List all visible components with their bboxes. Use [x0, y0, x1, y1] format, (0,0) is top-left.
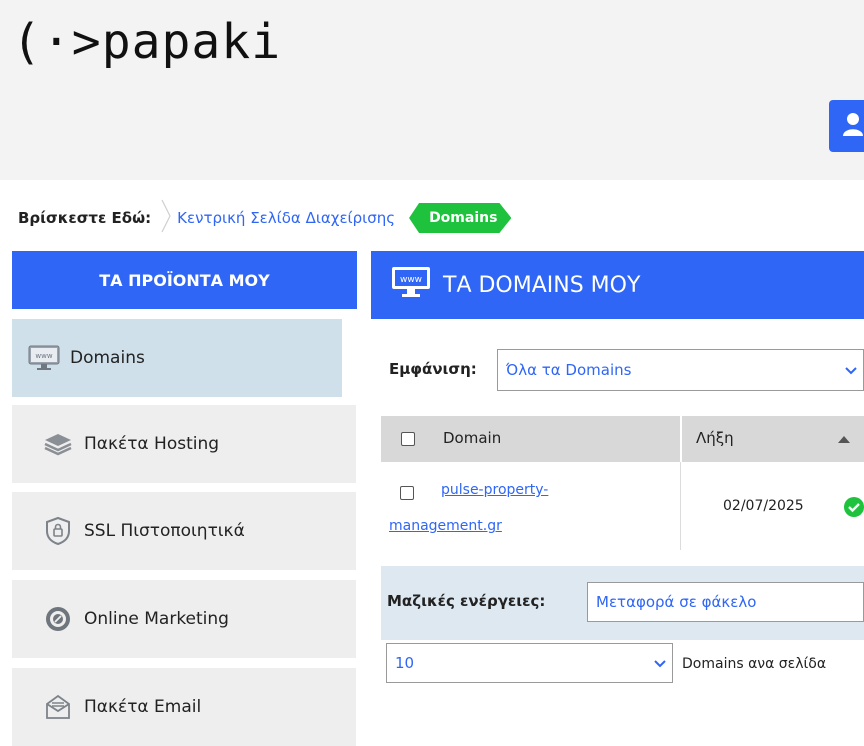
domains-panel-header: www ΤΑ DOMAINS ΜΟΥ [371, 251, 864, 319]
check-circle-icon [844, 497, 864, 522]
site-header: (·>papaki [0, 0, 864, 180]
user-account-button[interactable] [829, 100, 864, 152]
column-header-expiry[interactable]: Λήξη [696, 429, 734, 447]
domain-filter-value: Όλα τα Domains [506, 361, 632, 379]
layers-icon [42, 428, 74, 460]
sidebar-item-ssl[interactable]: SSL Πιστοποιητικά [12, 492, 356, 570]
domain-link-continued[interactable]: management.gr [389, 518, 502, 534]
breadcrumb-separator-icon [161, 199, 171, 237]
sidebar-item-label: Πακέτα Email [84, 697, 202, 717]
column-header-domain[interactable]: Domain [443, 429, 501, 447]
page-size-value: 10 [395, 654, 415, 672]
expiry-date: 02/07/2025 [723, 498, 804, 514]
sidebar-item-label: Online Marketing [84, 609, 229, 629]
sidebar-item-hosting[interactable]: Πακέτα Hosting [12, 405, 356, 483]
www-icon: www [28, 342, 60, 374]
page-title: ΤΑ DOMAINS ΜΟΥ [443, 272, 641, 298]
bulk-actions-label: Μαζικές ενέργειες: [387, 592, 546, 610]
domain-filter-select[interactable]: Όλα τα Domains [497, 349, 864, 391]
column-divider [680, 416, 682, 462]
domain-link[interactable]: pulse-property- [441, 482, 548, 498]
shield-lock-icon [42, 515, 74, 547]
sidebar-item-label: SSL Πιστοποιητικά [84, 521, 245, 541]
target-icon [42, 603, 74, 635]
user-icon [843, 113, 863, 136]
sidebar-item-online-marketing[interactable]: Online Marketing [12, 580, 356, 658]
sort-up-icon[interactable] [837, 430, 851, 448]
filter-label: Εμφάνιση: [389, 360, 477, 378]
breadcrumb-current: Domains [409, 203, 511, 233]
column-divider [680, 462, 681, 550]
table-row: pulse-property- management.gr 02/07/2025 [381, 462, 864, 550]
breadcrumb: Βρίσκεστε Εδώ: Κεντρική Σελίδα Διαχείρισ… [18, 199, 511, 237]
sidebar-item-domains[interactable]: www Domains [12, 319, 342, 397]
breadcrumb-link-home[interactable]: Κεντρική Σελίδα Διαχείρισης [177, 209, 395, 227]
row-checkbox[interactable] [400, 486, 414, 500]
sidebar-item-label: Πακέτα Hosting [84, 434, 220, 454]
table-header: Domain Λήξη [381, 416, 864, 462]
svg-text:www: www [400, 275, 422, 285]
www-icon: www [391, 266, 431, 304]
bulk-actions-select[interactable]: Μεταφορά σε φάκελο [587, 582, 864, 622]
sidebar-title: ΤΑ ΠΡΟΪΟΝΤΑ ΜΟΥ [12, 251, 357, 309]
breadcrumb-label: Βρίσκεστε Εδώ: [18, 209, 152, 227]
page-size-select[interactable]: 10 [386, 643, 673, 683]
select-all-checkbox[interactable] [401, 432, 415, 446]
page-size-label: Domains ανα σελίδα [682, 656, 827, 672]
chevron-down-icon [845, 361, 857, 379]
papaki-logo[interactable]: (·>papaki [12, 14, 281, 70]
chevron-down-icon [654, 654, 666, 672]
sidebar-item-label: Domains [70, 348, 145, 368]
bulk-actions-value: Μεταφορά σε φάκελο [596, 593, 757, 611]
sidebar-item-email[interactable]: Πακέτα Email [12, 668, 356, 746]
svg-text:www: www [35, 352, 52, 360]
envelope-icon [42, 691, 74, 723]
